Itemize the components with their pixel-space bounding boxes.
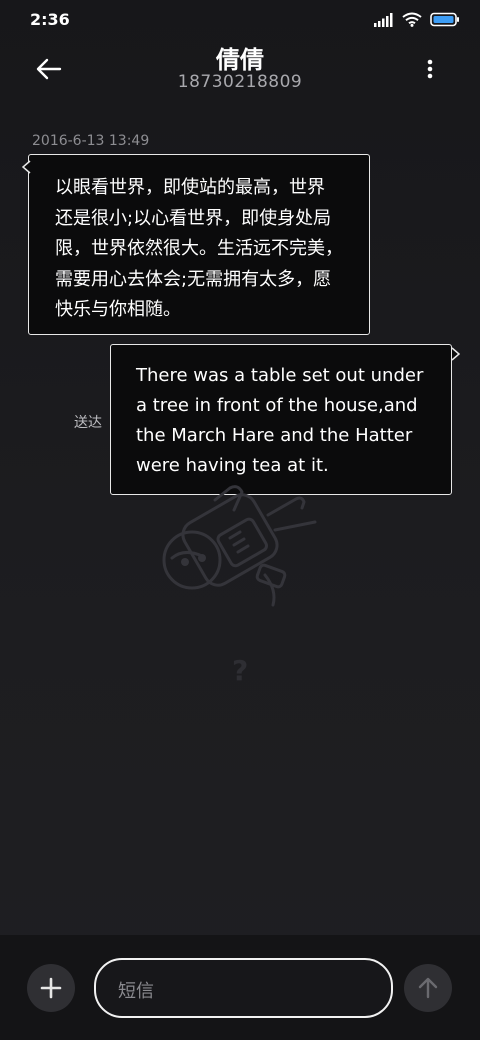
incoming-bubble-tail-icon xyxy=(22,160,31,174)
message-timestamp: 2016-6-13 13:49 xyxy=(32,133,150,149)
incoming-message-text: 以眼看世界，即使站的最高，世界 还是很小;以心看世界，即使身处局 限，世界依然很… xyxy=(55,177,343,320)
contact-phone-number: 18730218809 xyxy=(177,72,303,92)
plus-icon xyxy=(40,977,62,999)
message-input-placeholder: 短信 xyxy=(118,981,154,1002)
status-bar: 2:36 xyxy=(0,0,480,40)
more-vertical-icon xyxy=(427,59,433,79)
contact-name: 倩倩 xyxy=(216,46,264,74)
arrow-up-icon xyxy=(418,977,438,999)
add-attachment-button[interactable] xyxy=(27,964,75,1012)
battery-icon xyxy=(430,12,459,27)
wifi-icon xyxy=(402,12,422,27)
svg-text:?: ? xyxy=(232,654,248,687)
outgoing-bubble-tail-icon xyxy=(451,347,460,361)
more-options-button[interactable] xyxy=(418,56,442,84)
status-icons xyxy=(374,12,460,27)
incoming-message-bubble[interactable]: 以眼看世界，即使站的最高，世界 还是很小;以心看世界，即使身处局 限，世界依然很… xyxy=(28,154,370,335)
send-button[interactable] xyxy=(404,964,452,1012)
signal-icon xyxy=(374,12,393,27)
message-input[interactable]: 短信 xyxy=(94,958,393,1018)
astronaut-illustration-icon: ? xyxy=(162,485,317,687)
outgoing-message-text: There was a table set out under a tree i… xyxy=(136,365,424,476)
delivery-status: 送达 xyxy=(74,415,102,431)
status-time: 2:36 xyxy=(30,10,70,29)
outgoing-message-bubble[interactable]: There was a table set out under a tree i… xyxy=(110,344,452,495)
